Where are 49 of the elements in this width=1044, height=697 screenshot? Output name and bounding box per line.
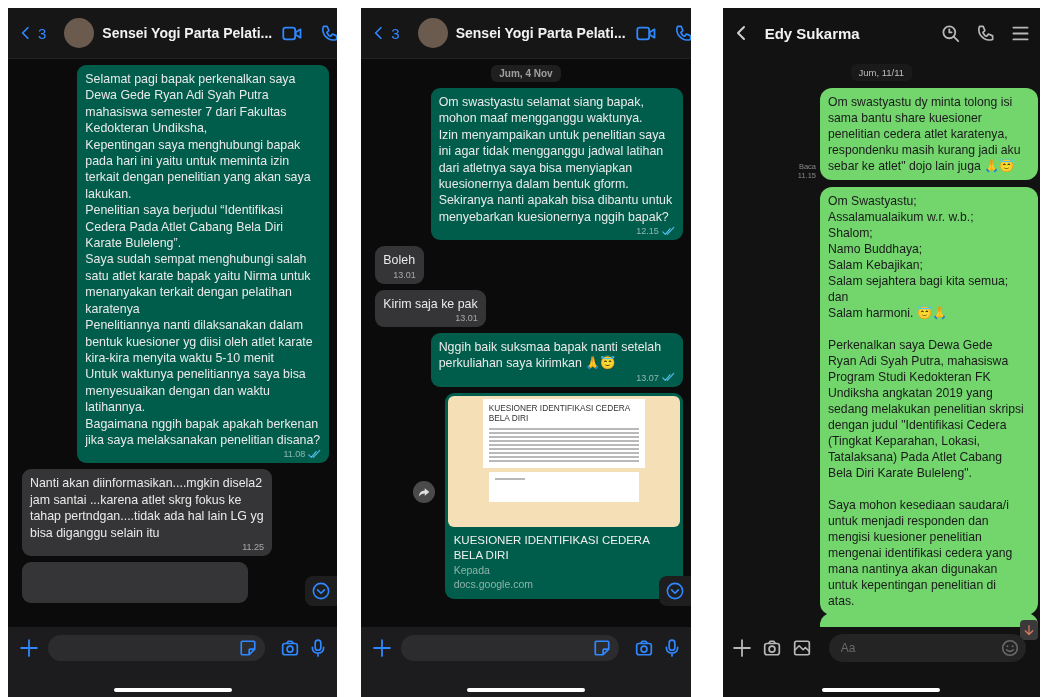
date-chip: Jum, 11/11	[850, 64, 913, 81]
down-arrow-icon	[1023, 624, 1035, 636]
message-field[interactable]	[401, 635, 619, 661]
chevron-down-icon	[665, 582, 684, 600]
message-text: Om swastyastu selamat siang bapak, mohon maaf mengganggu waktunya. Izin menyampaikan untuk penelitian saya ini agar tidak mengganggu jadwal latihan dari atletnya saya bisa menyiapkan kuesionernya dalam bentuk gform. Sekiranya nanti apakah bisa dibantu untuk menyebarkan kuesionernya nggih bapak?	[438, 94, 674, 226]
plus-icon[interactable]	[732, 639, 751, 657]
message-field[interactable]	[48, 635, 266, 661]
contact-name: Edy Sukarma	[764, 24, 860, 42]
contact-avatar	[417, 18, 448, 48]
message-text: Selamat pagi bapak perkenalkan saya Dewa Gede Ryan Adi Syah Putra mahasiswa semester 7 dari Fakultas Kedokteran Undiksha, Kepentingan saya menghubungi bapak pada hari ini yaitu untuk meminta izin terkait dengan penelitian yang akan saya lakukan. Penelitian saya berjudul “Identifikasi Cedera Pada Atlet Cabang Bela Diri Karate Buleleng”. Saya sudah sempat menghubungi salah satu atlet karate bapak yaitu Nirma untuk menanyakan terkait dengan pelatihan karatenya Penelitiannya nanti dilaksanakan dalam bentuk kuesioner yg diisi oleh atlet karate kira-kira menyita waktu 5-10 menit Untuk waktunya penelitiannya saya bisa menyesuaikan dengan dan waktu latihannya. Bagaimana nggih bapak apakah berkenan jika saya melaksanakan penelitian disana?	[85, 71, 322, 449]
link-description: Kepada	[452, 562, 491, 577]
camera-icon[interactable]	[281, 639, 300, 657]
message-field[interactable]: Aa	[828, 634, 1026, 662]
form-title: KUESIONER IDENTIFIKASI CEDERA BELA DIRI	[488, 402, 631, 423]
back-button[interactable]: 3	[20, 24, 47, 42]
phone-icon[interactable]	[320, 23, 338, 43]
message-time: 12.15	[636, 226, 659, 237]
link-domain: docs.google.com	[452, 576, 535, 591]
message-time: 13.01	[393, 269, 416, 280]
date-chip: Jum, 4 Nov	[491, 65, 561, 82]
plus-icon[interactable]	[20, 639, 38, 657]
back-button[interactable]: 3	[373, 24, 400, 42]
message-time: 13.07	[636, 372, 659, 383]
image-icon[interactable]	[792, 639, 811, 657]
message-text: Boleh	[383, 252, 416, 269]
message-time: 13.01	[455, 313, 478, 324]
chevron-down-icon	[312, 582, 331, 600]
link-preview[interactable]: KUESIONER IDENTIFIKASI CEDERA BELA DIRI KUESIONER IDENTIFIKASI CEDERA BELA DIRI Kepada docs.google.com	[444, 392, 683, 599]
plus-icon[interactable]	[373, 639, 392, 657]
message-time: 11.08	[283, 449, 306, 460]
search-icon[interactable]	[941, 23, 960, 43]
message-text: Nggih baik suksmaa bapak nanti setelah perkuliahan saya kirimkan 🙏😇	[438, 339, 663, 372]
sticker-icon[interactable]	[592, 639, 611, 657]
message-text: Om swastyastu dy minta tolong isi sama bantu share kuesioner penelitian cedera atlet karatenya, respondenku masih kurang jadi aku sebar ke atlet" dojo lain juga 🙏😇	[828, 94, 1022, 174]
camera-icon[interactable]	[762, 639, 781, 657]
contact-name: Sensei Yogi Parta Pelati...	[102, 25, 273, 41]
forward-button[interactable]	[413, 480, 436, 503]
sticker-icon[interactable]	[239, 639, 258, 657]
link-title: KUESIONER IDENTIFIKASI CEDERA BELA DIRI	[452, 532, 651, 563]
message-text: Kirim saja ke pak	[383, 295, 478, 313]
contact-avatar	[64, 18, 95, 48]
scroll-down-button[interactable]	[305, 576, 338, 606]
contact-name: Sensei Yogi Parta Pelati...	[455, 25, 626, 41]
message-text: Nanti akan diinformasikan....mgkin disela2 jam santai ...karena atlet skrg fokus ke tahap pertndgan....tidak ada hal lain LG yg bisa diganggu selain itu	[30, 475, 264, 541]
message-time: 11.25	[242, 541, 264, 552]
emoji-icon[interactable]	[1000, 639, 1019, 657]
phone-icon[interactable]	[976, 23, 995, 43]
camera-icon[interactable]	[634, 639, 653, 657]
message-text: Om Swastyastu; Assalamualaikum w.r. w.b.; Shalom; Namo Buddhaya; Salam Kebajikan; Salam sejahtera bagi kita semua; dan Salam harmoni. 😇🙏 Perkenalkan saya Dewa Gede Ryan Adi Syah Putra, mahasiswa Program Studi Kedokteran FK Undiksha angkatan 2019 yang sedang melakukan penelitian skripsi dengan judul "Identifikasi Cedera (Tingkat Keparahan, Lokasi, Tatalaksana) Pada Atlet Cabang Bela Diri Karate Buleleng". Saya mohon kesediaan saudara/i untuk menjadi responden dan mengisi kuesioner penelitian mengenai identifikasi cedera yang mana nantinya akan digunakan untuk kepentingan penelitian di atas.	[828, 193, 1024, 609]
